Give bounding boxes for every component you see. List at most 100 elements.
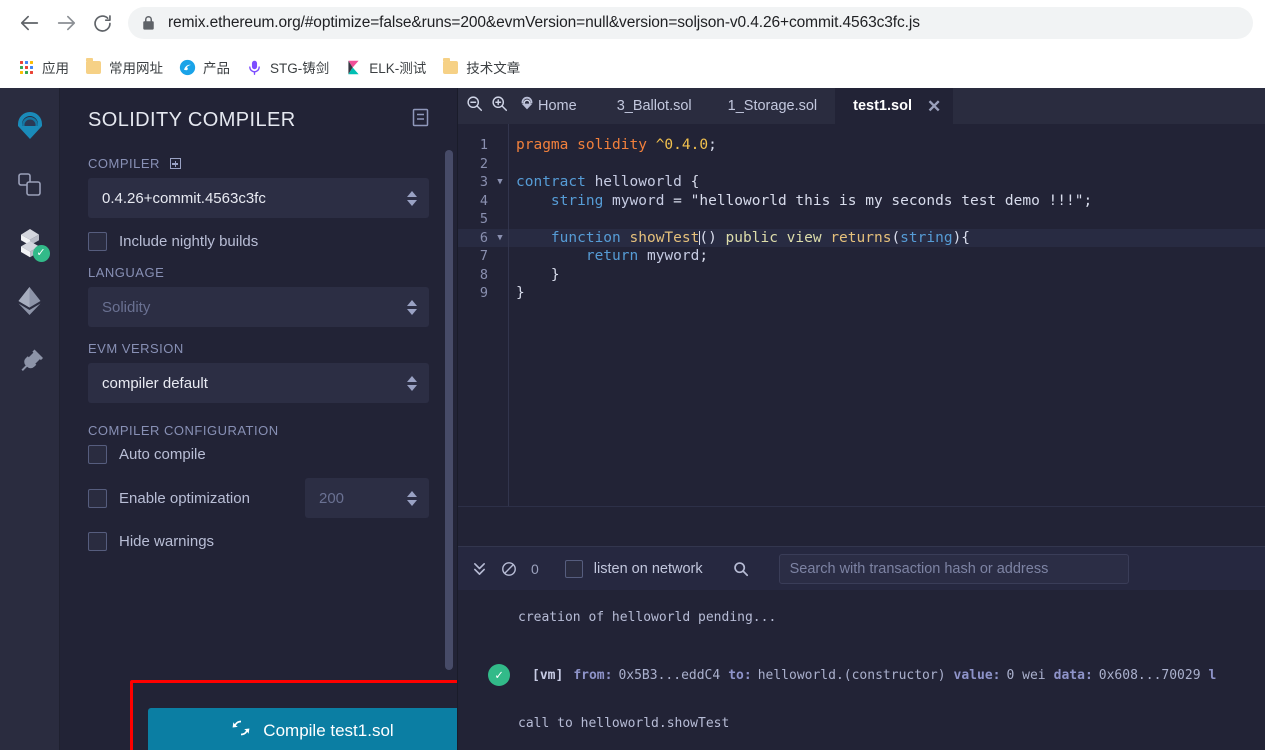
evm-version-select[interactable]: compiler default [88,363,429,403]
code-token-brace: { [690,174,700,190]
tab-1-storage-sol[interactable]: 1_Storage.sol [710,88,835,124]
listen-on-network-row[interactable]: listen on network [564,559,703,578]
transaction-value-key: value: [953,667,1001,683]
panel-scrollbar[interactable] [445,150,453,670]
include-nightly-builds-row[interactable]: Include nightly builds [88,232,429,251]
line-number: 6 [479,229,488,246]
reload-icon[interactable] [84,5,120,41]
code-line: 8 } [458,266,1265,285]
search-icon[interactable] [733,561,749,577]
code-token-function: function [550,229,621,246]
document-icon[interactable] [412,108,429,132]
include-nightly-builds-checkbox[interactable] [88,232,107,251]
deploy-run-icon[interactable] [4,272,56,330]
zoom-out-icon[interactable] [466,95,483,117]
listen-on-network-label: listen on network [593,560,703,577]
bookmarks-bar: 应用 常用网址 产品 STG-铸剑 ELK-测试 技术文章 [0,46,1265,88]
line-number: 1 [479,137,488,153]
transaction-to-value: helloworld.(constructor) [757,667,946,683]
bookmark-label: 技术文章 [466,61,521,76]
fold-marker[interactable]: ▼ [492,173,508,192]
auto-compile-label: Auto compile [119,446,206,463]
listen-on-network-checkbox[interactable] [564,559,583,578]
remix-home-icon [518,95,536,117]
editor-bottom-spacer [458,506,1265,546]
bookmark-stg[interactable]: STG-铸剑 [238,53,337,81]
tab-label: test1.sol [853,98,912,114]
chevron-updown-icon [407,190,417,206]
folder-icon [442,57,459,76]
bookmark-folder-2[interactable]: 技术文章 [434,53,528,81]
enable-optimization-checkbox[interactable] [88,488,107,508]
bookmark-elk[interactable]: ELK-测试 [337,53,434,81]
transaction-value-value: 0 wei [1006,667,1046,683]
enable-optimization-label: Enable optimization [119,489,250,507]
transaction-search-input[interactable]: Search with transaction hash or address [778,553,1129,584]
hide-warnings-row[interactable]: Hide warnings [88,532,429,551]
compile-button-label: Compile test1.sol [263,720,394,740]
browser-chrome: remix.ethereum.org/#optimize=false&runs=… [0,0,1265,88]
code-token-string-literal: "helloworld this is my seconds test demo… [690,192,1084,209]
bookmark-product[interactable]: 产品 [171,53,238,81]
page-title: SOLIDITY COMPILER [88,108,296,131]
bookmark-apps[interactable]: 应用 [10,53,77,81]
tab-label: Home [538,98,577,114]
transaction-from-value: 0x5B3...eddC4 [618,667,721,683]
browser-nav-row: remix.ethereum.org/#optimize=false&runs=… [0,0,1265,46]
terminal-log-line: call to helloworld.showTest [458,712,1265,734]
tab-3-ballot-sol[interactable]: 3_Ballot.sol [599,88,710,124]
code-line: 7 return myword; [458,247,1265,266]
transaction-data-value: 0x608...70029 [1098,667,1201,683]
compiler-version-select[interactable]: 0.4.26+commit.4563c3fc [88,178,429,218]
file-explorer-icon[interactable] [4,156,56,214]
hide-warnings-checkbox[interactable] [88,532,107,551]
address-bar[interactable]: remix.ethereum.org/#optimize=false&runs=… [128,7,1253,39]
close-icon[interactable]: ✕ [927,98,941,115]
bookmark-label: 产品 [203,61,230,76]
auto-compile-row[interactable]: Auto compile [88,445,429,464]
language-select[interactable]: Solidity [88,287,429,327]
compile-button[interactable]: Compile test1.sol [148,708,457,750]
compiler-label: COMPILER [88,156,429,171]
code-token-tail: ){ [952,229,971,246]
code-content: string myword = "helloworld this is my s… [508,192,1092,211]
evm-version-label-text: EVM VERSION [88,341,184,356]
tab-test1-sol[interactable]: test1.sol ✕ [835,88,954,124]
terminal-transaction-row[interactable]: ✓ [vm] from: 0x5B3...eddC4 to: helloworl… [458,664,1265,686]
auto-compile-checkbox[interactable] [88,445,107,464]
back-arrow-icon[interactable] [12,5,48,41]
code-content: return myword; [508,247,708,266]
code-token-pragma: pragma solidity [516,137,647,153]
optimization-runs-input[interactable]: 200 [305,478,429,518]
code-line: 6 ▼ function showTest() public view retu… [458,228,1265,248]
editor-tabbar: Home 3_Ballot.sol 1_Storage.sol test1.so… [458,88,1265,124]
terminal-log-text: call to helloworld.showTest [518,715,730,731]
code-token-return: return [585,248,639,264]
no-entry-icon[interactable] [501,561,517,577]
terminal-log-text: creation of helloworld pending... [518,609,777,625]
solidity-compiler-icon[interactable]: ✓ [4,214,56,272]
transaction-data-key: data: [1053,667,1093,683]
zoom-in-icon[interactable] [491,95,508,117]
tab-home[interactable]: Home [514,88,599,124]
check-circle-icon: ✓ [488,664,510,686]
line-number: 8 [479,266,488,283]
remix-app: ✓ SOLIDITY COMPILER COMPILER 0.4.26+comm… [0,88,1265,750]
terminal-output[interactable]: creation of helloworld pending... ✓ [vm]… [458,590,1265,750]
solidity-compiler-panel: SOLIDITY COMPILER COMPILER 0.4.26+commit… [60,88,458,750]
plugin-manager-icon[interactable] [4,330,56,388]
double-chevron-down-icon[interactable] [472,561,487,576]
remix-logo[interactable] [4,98,56,156]
optimization-runs-value: 200 [319,489,345,507]
code-token-function-name: showTest [629,229,700,246]
code-editor[interactable]: 1 pragma solidity ^0.4.0; 2 3 ▼ contract… [458,124,1265,506]
bookmark-folder-1[interactable]: 常用网址 [77,53,171,81]
fold-marker[interactable]: ▼ [492,229,508,248]
compiler-label-text: COMPILER [88,156,160,171]
evm-version-value: compiler default [102,374,208,392]
plus-box-icon[interactable] [169,158,181,169]
forward-arrow-icon[interactable] [48,5,84,41]
enable-optimization-row[interactable]: Enable optimization 200 [88,478,429,518]
terminal-toolbar: 0 listen on network Search with transact… [458,546,1265,590]
terminal-log-line: creation of helloworld pending... [458,606,1265,628]
